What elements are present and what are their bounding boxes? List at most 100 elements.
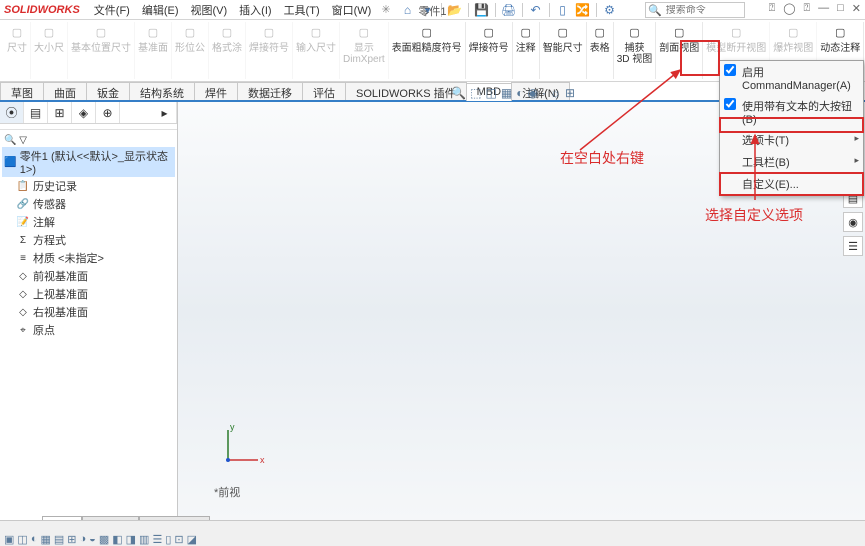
tree-node[interactable]: 📋历史记录 xyxy=(2,177,175,195)
tab-结构系统[interactable]: 结构系统 xyxy=(129,82,195,100)
ctx-checkbox[interactable] xyxy=(724,64,736,76)
menu-window[interactable]: 窗口(W) xyxy=(326,0,378,20)
tree-collapse-icon[interactable]: ▸ xyxy=(153,102,177,123)
tree-node[interactable]: ≡材质 <未指定> xyxy=(2,249,175,267)
tree-root[interactable]: 🟦 零件1 (默认<<默认>_显示状态 1>) xyxy=(2,147,175,177)
menu-insert[interactable]: 插入(I) xyxy=(233,0,277,20)
hide-show-icon[interactable]: ◐ xyxy=(516,86,523,100)
ribbon-label: 显示DimXpert xyxy=(343,43,385,65)
zoom-area-icon[interactable]: ⬚ xyxy=(470,86,481,100)
part-icon: 🟦 xyxy=(4,155,17,169)
ribbon-icon: ▢ xyxy=(590,22,610,42)
tree-node[interactable]: 📝注解 xyxy=(2,213,175,231)
display-style-icon[interactable]: ▦ xyxy=(501,86,512,100)
ribbon-label: 焊接符号 xyxy=(249,43,289,54)
notify-icon[interactable]: ⍰ xyxy=(804,2,811,15)
view-settings-icon[interactable]: ⊞ xyxy=(565,86,575,100)
svg-text:y: y xyxy=(230,422,235,432)
ribbon-10[interactable]: ▢焊接符号 xyxy=(466,22,513,79)
menu-tools[interactable]: 工具(T) xyxy=(278,0,326,20)
ctx-label: 启用 CommandManager(A) xyxy=(742,67,851,92)
node-icon: ≡ xyxy=(16,251,30,265)
ctx-label: 工具栏(B) xyxy=(742,157,790,169)
node-icon: Σ xyxy=(16,233,30,247)
tree-tab-display[interactable]: ⊕ xyxy=(96,102,120,123)
view-toolbar[interactable]: 🔍 ⬚ ◫ ▦ ◐ ◉ · ☼ ⊞ xyxy=(451,86,575,100)
tab-评估[interactable]: 评估 xyxy=(302,82,346,100)
tree-tab-dimxpert[interactable]: ◈ xyxy=(72,102,96,123)
view-orient-icon[interactable]: ◫ xyxy=(486,86,497,100)
ribbon-12[interactable]: ▢智能尺寸 xyxy=(540,22,587,79)
close-icon[interactable]: ✕ xyxy=(852,2,861,15)
rebuild-icon[interactable]: 🔀 xyxy=(576,3,590,17)
node-icon: 📋 xyxy=(16,179,30,193)
ribbon-13[interactable]: ▢表格 xyxy=(587,22,614,79)
menu-file[interactable]: 文件(F) xyxy=(88,0,136,20)
ribbon-icon: ▢ xyxy=(783,22,803,42)
search-input[interactable] xyxy=(664,5,734,16)
ctx-item-4[interactable]: 自定义(E)... xyxy=(720,173,863,195)
ribbon-9[interactable]: ▢表面粗糙度符号 xyxy=(389,22,466,79)
save-icon[interactable]: 💾 xyxy=(475,3,489,17)
maximize-icon[interactable]: □ xyxy=(837,2,844,15)
undo-icon[interactable]: ↶ xyxy=(529,3,543,17)
tree-node[interactable]: ◇右视基准面 xyxy=(2,303,175,321)
ribbon-icon: ▢ xyxy=(516,22,536,42)
tree-node[interactable]: 🔗传感器 xyxy=(2,195,175,213)
tree-tab-config[interactable]: ⊞ xyxy=(48,102,72,123)
tree-node[interactable]: ⌖原点 xyxy=(2,321,175,339)
annotation-1: 在空白处右键 xyxy=(560,148,644,168)
tab-草图[interactable]: 草图 xyxy=(0,82,44,100)
node-icon: ◇ xyxy=(16,269,30,283)
ribbon-icon: ▢ xyxy=(726,22,746,42)
ribbon-icon: ▢ xyxy=(830,22,850,42)
tree-node[interactable]: Σ方程式 xyxy=(2,231,175,249)
node-icon: ◇ xyxy=(16,287,30,301)
document-title: 零件1 xyxy=(418,3,446,19)
menu-edit[interactable]: 编辑(E) xyxy=(136,0,185,20)
ctx-label: 选项卡(T) xyxy=(742,135,789,147)
ctx-checkbox[interactable] xyxy=(724,98,736,110)
taskpane-appearance-icon[interactable]: ◉ xyxy=(843,212,863,232)
ribbon-label: 形位公 xyxy=(175,43,205,54)
ribbon-icon: ▢ xyxy=(354,22,374,42)
tree-filter[interactable]: 🔍 ▽ xyxy=(2,134,175,147)
ribbon-label: 基本位置尺寸 xyxy=(71,43,131,54)
tree-node[interactable]: ◇上视基准面 xyxy=(2,285,175,303)
edit-appearance-icon[interactable]: ◉ xyxy=(527,86,537,100)
help-icon[interactable]: ⍰ xyxy=(769,2,776,15)
ctx-item-0[interactable]: 启用 CommandManager(A) xyxy=(720,61,863,95)
user-icon[interactable]: ◯ xyxy=(783,2,795,15)
tab-数据迁移[interactable]: 数据迁移 xyxy=(237,82,303,100)
tab-SOLIDWORKS 插件[interactable]: SOLIDWORKS 插件 xyxy=(345,82,467,100)
minimize-icon[interactable]: — xyxy=(818,2,829,15)
zoom-fit-icon[interactable]: 🔍 xyxy=(451,86,466,100)
ribbon-11[interactable]: ▢注释 xyxy=(513,22,540,79)
tree-node[interactable]: ◇前视基准面 xyxy=(2,267,175,285)
bottom-icon-strip[interactable]: ▣◫◐▦▤⊞◑◒▩◧◨▥☰▯⊡◪ xyxy=(4,533,197,546)
select-icon[interactable]: ▯ xyxy=(556,3,570,17)
taskpane-forum-icon[interactable]: ☰ xyxy=(843,236,863,256)
ribbon-icon: ▢ xyxy=(217,22,237,42)
window-controls: ⍰ ◯ ⍰ — □ ✕ xyxy=(769,2,861,15)
node-label: 上视基准面 xyxy=(33,286,88,302)
open-icon[interactable]: 📂 xyxy=(448,3,462,17)
status-bar: ▣◫◐▦▤⊞◑◒▩◧◨▥☰▯⊡◪ xyxy=(0,520,865,546)
tab-焊件[interactable]: 焊件 xyxy=(194,82,238,100)
menu-view[interactable]: 视图(V) xyxy=(185,0,234,20)
home-icon[interactable]: ⌂ xyxy=(401,3,415,17)
print-icon[interactable]: 🖨 xyxy=(502,3,516,17)
tree-tab-feature[interactable]: ⦿ xyxy=(0,102,24,123)
ribbon-label: 智能尺寸 xyxy=(543,43,583,54)
apply-scene-icon[interactable]: ☼ xyxy=(550,86,561,100)
node-icon: ⌖ xyxy=(16,323,30,337)
ribbon-icon: ▢ xyxy=(417,22,437,42)
ribbon-8: ▢显示DimXpert xyxy=(340,22,389,79)
tree-tab-property[interactable]: ▤ xyxy=(24,102,48,123)
tab-曲面[interactable]: 曲面 xyxy=(43,82,87,100)
tab-钣金[interactable]: 钣金 xyxy=(86,82,130,100)
ctx-item-3[interactable]: 工具栏(B)▸ xyxy=(720,151,863,173)
options-icon[interactable]: ⚙ xyxy=(603,3,617,17)
ribbon-14[interactable]: ▢捕获3D 视图 xyxy=(614,22,657,79)
search-box[interactable]: 🔍 xyxy=(645,2,745,18)
